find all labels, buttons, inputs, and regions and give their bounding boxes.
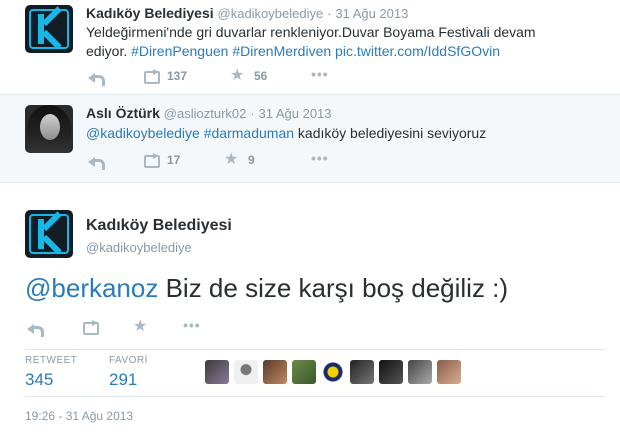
retweet-icon: [143, 69, 160, 84]
retweet-icon: [143, 153, 160, 168]
tweet-header: Kadıköy Belediyesi @kadikoybelediye · 31…: [86, 5, 408, 21]
more-button[interactable]: •••: [311, 66, 329, 83]
user-avatar[interactable]: [25, 105, 73, 153]
kadikoy-logo-avatar[interactable]: [25, 5, 73, 53]
tweet-text-line2: ediyor. #DirenPenguen #DirenMerdiven pic…: [86, 42, 606, 61]
retweet-count: 345: [25, 370, 54, 389]
favorite-count: 9: [248, 153, 255, 167]
retweet-count: 17: [167, 153, 181, 167]
avatar[interactable]: [263, 360, 287, 384]
reply-icon: [25, 320, 44, 337]
hashtag-link[interactable]: #DirenMerdiven: [232, 43, 331, 59]
favorite-count: 291: [109, 370, 138, 389]
text-plain: kadıköy belediyesini seviyoruz: [297, 125, 487, 141]
tweet-text-line1: Yeldeğirmeni'nde gri duvarlar renkleniyo…: [86, 24, 536, 40]
author-handle[interactable]: @asliozturk02: [164, 106, 247, 121]
author-handle[interactable]: @kadikoybelediye: [218, 6, 324, 21]
favorite-button[interactable]: ★ 56: [230, 67, 268, 84]
tweet-text: Yeldeğirmeni'nde gri duvarlar renkleniyo…: [86, 23, 606, 61]
tweet-stats: RETWEET 345 FAVORİ 291: [25, 349, 605, 397]
retweet-button[interactable]: 17: [143, 153, 181, 168]
pic-link[interactable]: pic.twitter.com/IddSfGOvin: [335, 43, 500, 59]
avatar[interactable]: [234, 360, 258, 384]
reply-icon: [86, 153, 105, 170]
more-dots-icon: •••: [311, 66, 329, 82]
hashtag-link[interactable]: #darmaduman: [204, 125, 294, 141]
more-dots-icon: •••: [183, 317, 201, 333]
tweet-time[interactable]: 31 Ağu 2013: [259, 106, 332, 121]
author-name[interactable]: Kadıköy Belediyesi: [86, 5, 214, 21]
text-plain: ediyor.: [86, 43, 128, 59]
retweet-button[interactable]: 137: [143, 69, 188, 84]
mention-link[interactable]: @berkanoz: [25, 273, 158, 303]
retweet-button[interactable]: [82, 320, 99, 335]
kadikoy-logo-avatar[interactable]: [25, 210, 73, 258]
separator: ·: [250, 106, 255, 121]
main-author-handle: @kadikoybelediye: [86, 239, 192, 255]
tweet-actions: 137 ★ 56 •••: [86, 66, 486, 86]
retweet-icon: [82, 320, 99, 335]
favorite-stat[interactable]: FAVORİ 291: [109, 355, 148, 390]
more-button[interactable]: •••: [183, 317, 201, 334]
tweet-timestamp[interactable]: 19:26 - 31 Ağu 2013: [25, 409, 133, 423]
favorite-label: FAVORİ: [109, 355, 148, 366]
avatar[interactable]: [321, 360, 345, 384]
main-author-name: Kadıköy Belediyesi: [86, 217, 232, 235]
tweet-1[interactable]: Kadıköy Belediyesi @kadikoybelediye · 31…: [0, 0, 620, 95]
avatar[interactable]: [379, 360, 403, 384]
text-plain: Biz de size karşı boş değiliz :): [165, 273, 509, 303]
tweet-actions: 17 ★ 9 •••: [86, 150, 486, 170]
reply-button[interactable]: [25, 320, 44, 337]
favorite-star-icon: ★: [133, 318, 148, 335]
retweet-stat[interactable]: RETWEET 345: [25, 355, 77, 390]
tweet-header: Aslı Öztürk @asliozturk02 · 31 Ağu 2013: [86, 105, 332, 121]
reply-button[interactable]: [86, 69, 105, 86]
tweet-text: @kadikoybelediye #darmaduman kadıköy bel…: [86, 124, 606, 143]
favoriter-avatars: [205, 360, 466, 384]
favorite-button[interactable]: ★: [133, 318, 149, 335]
avatar[interactable]: [292, 360, 316, 384]
favorite-count: 56: [254, 69, 268, 83]
reply-icon: [86, 69, 105, 86]
main-tweet-actions: ★ •••: [25, 317, 425, 337]
hashtag-link[interactable]: #DirenPenguen: [131, 43, 228, 59]
reply-button[interactable]: [86, 153, 105, 170]
favorite-star-icon: ★: [224, 151, 239, 168]
separator: ·: [327, 6, 332, 21]
mention-link[interactable]: @kadikoybelediye: [86, 125, 200, 141]
tweet-time[interactable]: 31 Ağu 2013: [335, 6, 408, 21]
avatar[interactable]: [408, 360, 432, 384]
retweet-label: RETWEET: [25, 355, 78, 366]
avatar[interactable]: [350, 360, 374, 384]
author-handle[interactable]: @kadikoybelediye: [86, 240, 192, 255]
avatar[interactable]: [437, 360, 461, 384]
retweet-count: 137: [167, 69, 188, 83]
author-name[interactable]: Aslı Öztürk: [86, 105, 160, 121]
main-tweet-text: @berkanoz Biz de size karşı boş değiliz …: [25, 272, 508, 304]
favorite-star-icon: ★: [230, 67, 245, 84]
tweet-2[interactable]: Aslı Öztürk @asliozturk02 · 31 Ağu 2013 …: [0, 95, 620, 183]
more-button[interactable]: •••: [311, 150, 329, 167]
author-name[interactable]: Kadıköy Belediyesi: [86, 217, 232, 234]
more-dots-icon: •••: [311, 150, 329, 166]
avatar[interactable]: [205, 360, 229, 384]
favorite-button[interactable]: ★ 9: [224, 151, 255, 168]
